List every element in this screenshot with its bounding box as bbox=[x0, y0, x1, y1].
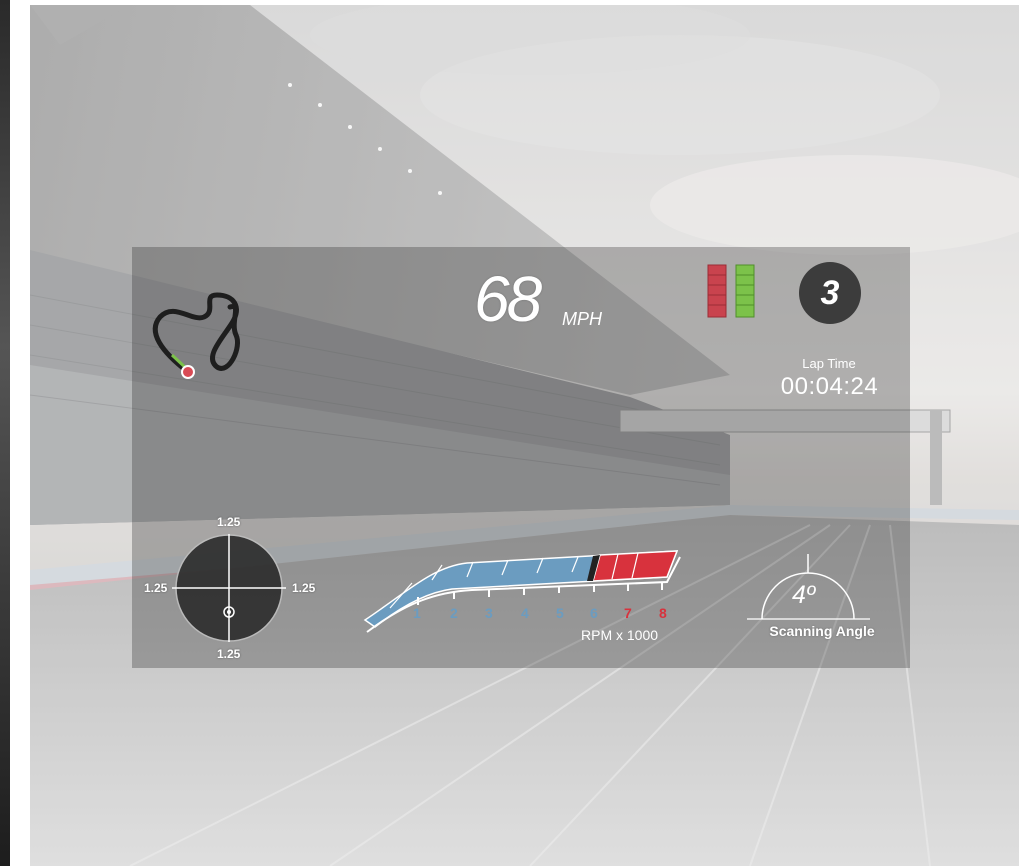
g-force-bottom: 1.25 bbox=[217, 647, 241, 661]
rpm-tick-label: 4 bbox=[521, 605, 529, 621]
g-force-right: 1.25 bbox=[292, 581, 316, 595]
scanning-angle-label: Scanning Angle bbox=[769, 623, 875, 639]
gear-indicator: 3 bbox=[799, 262, 861, 324]
hud-panel: 68 MPH 3 Lap Time 00:04:24 1.25 1.25 1.2… bbox=[132, 247, 910, 668]
scanning-angle-value: 4º bbox=[792, 581, 816, 609]
speed-unit: MPH bbox=[562, 309, 602, 329]
shift-light-right bbox=[735, 264, 755, 318]
rpm-tick-label: 3 bbox=[485, 605, 493, 621]
g-force-top: 1.25 bbox=[217, 515, 241, 529]
g-force-left: 1.25 bbox=[144, 581, 168, 595]
rpm-tick-label: 7 bbox=[624, 605, 632, 621]
rpm-tick-label: 1 bbox=[413, 605, 421, 621]
rpm-tick-label: 6 bbox=[590, 605, 598, 621]
rpm-tick-label: 5 bbox=[556, 605, 564, 621]
speed-value: 68 bbox=[474, 263, 542, 335]
shift-light-left bbox=[707, 264, 727, 318]
left-edge-strip bbox=[0, 0, 10, 866]
rpm-tick-label: 2 bbox=[450, 605, 458, 621]
lap-time-value: 00:04:24 bbox=[780, 373, 879, 400]
track-map-icon bbox=[152, 292, 240, 379]
rpm-label: RPM x 1000 bbox=[581, 627, 659, 643]
g-force-meter bbox=[172, 534, 286, 642]
lap-time-label: Lap Time bbox=[802, 356, 856, 371]
rpm-tick-label: 8 bbox=[659, 605, 667, 621]
